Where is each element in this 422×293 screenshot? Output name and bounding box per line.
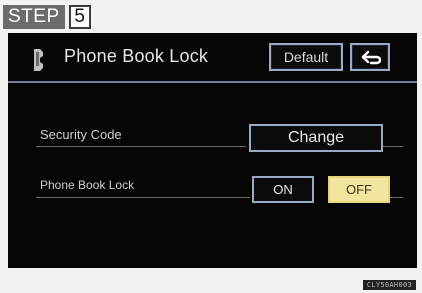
step-badge: STEP 5 — [3, 5, 91, 29]
figure-code: CLY50AH003 — [362, 280, 416, 290]
phone-icon — [28, 47, 50, 73]
back-arrow-icon — [361, 50, 382, 65]
phone-book-lock-divider — [36, 197, 250, 198]
change-button[interactable]: Change — [249, 124, 383, 152]
phone-book-lock-label: Phone Book Lock — [40, 178, 135, 192]
security-code-divider-right — [383, 146, 403, 147]
default-button[interactable]: Default — [269, 43, 343, 71]
manual-page: STEP 5 Phone Book Lock Default Security … — [0, 0, 422, 293]
on-button[interactable]: ON — [252, 176, 314, 203]
device-screen: Phone Book Lock Default Security Code Ch… — [8, 33, 417, 268]
security-code-label: Security Code — [40, 127, 122, 142]
header-divider — [8, 81, 417, 83]
step-label: STEP — [3, 5, 65, 29]
back-button[interactable] — [350, 43, 390, 71]
screen-header: Phone Book Lock Default — [8, 33, 417, 89]
step-number: 5 — [68, 5, 91, 29]
page-title: Phone Book Lock — [64, 46, 209, 66]
security-code-divider — [36, 146, 246, 147]
phone-book-lock-divider-right — [390, 197, 403, 198]
off-button[interactable]: OFF — [328, 176, 390, 203]
